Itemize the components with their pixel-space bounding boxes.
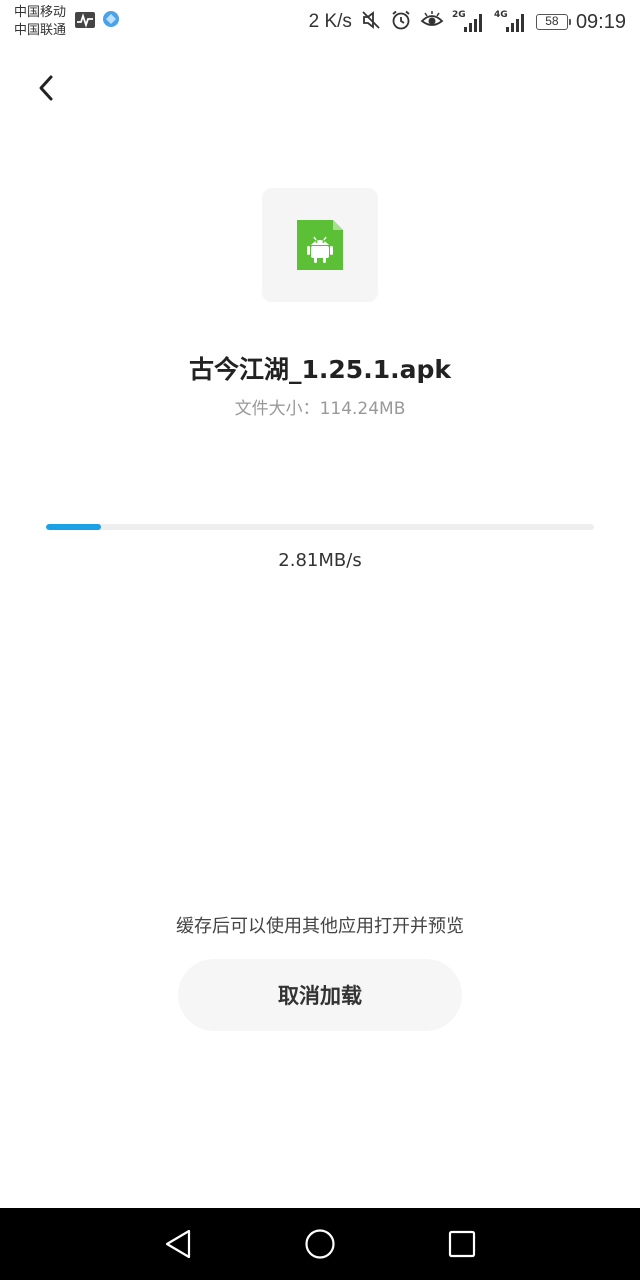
download-progress-bar (46, 524, 594, 530)
nav-home-button[interactable] (302, 1226, 338, 1262)
signal-icon: 2G (452, 10, 486, 34)
eye-comfort-icon (420, 9, 444, 35)
clock: 09:19 (575, 10, 626, 33)
nav-back-button[interactable] (160, 1226, 196, 1262)
file-icon-card (262, 188, 378, 302)
navigation-bar (0, 1208, 640, 1280)
carrier-1: 中国移动 (14, 5, 67, 20)
back-triangle-icon (165, 1229, 191, 1259)
mute-icon (360, 9, 382, 35)
home-circle-icon (305, 1229, 335, 1259)
chevron-left-icon (39, 75, 53, 101)
activity-monitor-icon (74, 10, 96, 34)
file-size: 文件大小：114.24MB (0, 394, 640, 419)
carrier-labels: 中国移动 中国联通 (14, 4, 66, 40)
signal-icon: 4G (494, 10, 528, 34)
carrier-2: 中国联通 (14, 23, 67, 38)
alarm-icon (390, 9, 412, 35)
nav-recents-button[interactable] (444, 1226, 480, 1262)
back-button[interactable] (24, 66, 68, 110)
recents-square-icon (448, 1230, 476, 1258)
battery-icon: 58 (535, 14, 571, 30)
download-speed: 2.81MB/s (278, 550, 362, 571)
download-progress-fill (46, 524, 101, 530)
status-bar: 中国移动 中国联通 2 K/s 2G 4G 58 09:19 (0, 0, 640, 44)
file-size-value: 114.24MB (319, 399, 406, 419)
file-name: 古今江湖_1.25.1.apk (189, 355, 451, 384)
cancel-loading-button[interactable]: 取消加载 (178, 959, 462, 1031)
file-size-label: 文件大小： (234, 399, 320, 419)
android-apk-icon (297, 220, 343, 270)
network-speed: 2 K/s (308, 11, 352, 32)
browser-icon (102, 10, 120, 32)
preview-hint: 缓存后可以使用其他应用打开并预览 (176, 916, 464, 937)
